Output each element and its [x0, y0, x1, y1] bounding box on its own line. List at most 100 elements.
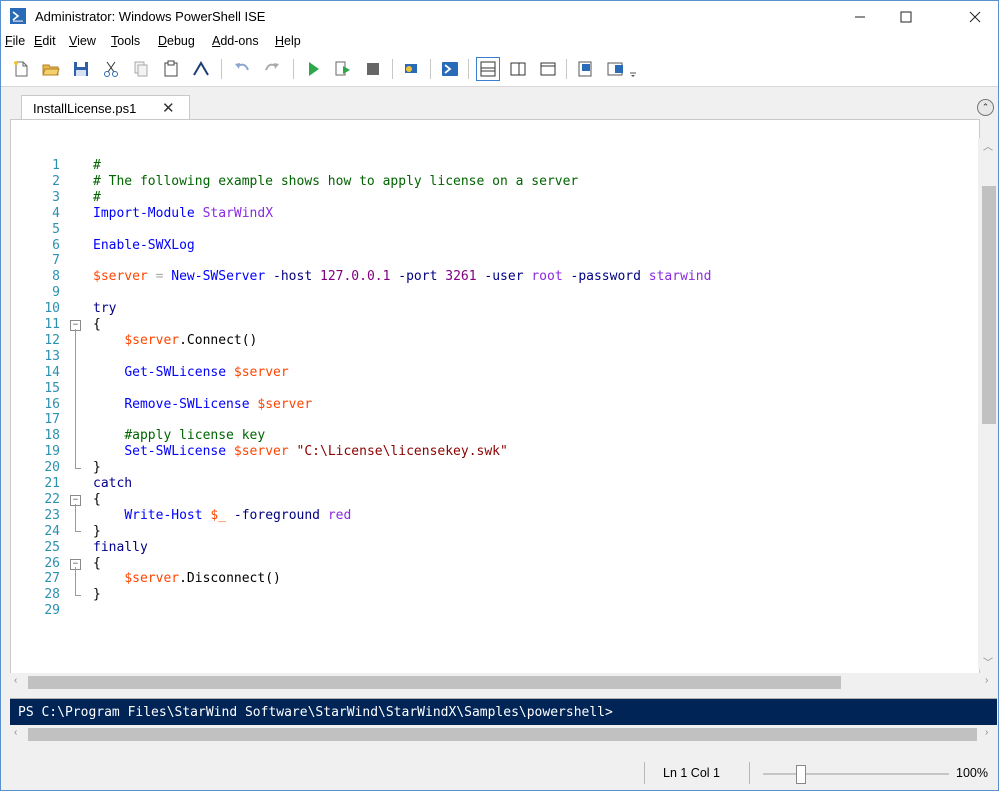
console-pane[interactable]: PS C:\Program Files\StarWind Software\St…: [10, 698, 997, 726]
menu-bar: File Edit View Tools Debug Add-ons Help: [1, 32, 998, 52]
toolbar-separator: [430, 59, 431, 79]
zoom-slider-track[interactable]: [763, 773, 949, 775]
close-tab-icon[interactable]: ✕: [162, 99, 175, 117]
fold-guide: [75, 504, 76, 532]
cursor-position: Ln 1 Col 1: [663, 766, 720, 780]
code-line: 16 Remove-SWLicense $server: [44, 396, 313, 412]
fold-guide-end: [75, 531, 81, 532]
code-line: 12 $server.Connect(): [44, 332, 258, 348]
scroll-left-icon[interactable]: ‹: [14, 675, 17, 686]
toolbar-overflow-icon[interactable]: [626, 57, 640, 81]
code-line: 22−{: [44, 491, 101, 507]
code-line: 8 $server = New-SWServer -host 127.0.0.1 …: [52, 269, 712, 285]
code-line: 21 catch: [44, 476, 133, 491]
code-line: 2 # The following example shows how to ap…: [52, 173, 579, 189]
scroll-up-icon[interactable]: ︿: [983, 138, 993, 153]
maximize-button[interactable]: [883, 1, 929, 32]
paste-icon[interactable]: [159, 57, 183, 81]
run-selection-icon[interactable]: [331, 57, 355, 81]
menu-edit[interactable]: Edit: [34, 34, 56, 48]
show-command-window-icon[interactable]: [574, 57, 598, 81]
collapse-script-pane-icon[interactable]: ⌃: [977, 99, 994, 116]
show-command-addon-icon[interactable]: [604, 57, 628, 81]
powershell-ise-icon: [10, 8, 26, 24]
code-line: 28}: [44, 587, 101, 603]
menu-file[interactable]: File: [5, 34, 25, 48]
minimize-button[interactable]: [837, 1, 883, 32]
code-line: 29: [44, 603, 60, 619]
script-editor[interactable]: 1 # 2 # The following example shows how to…: [10, 119, 980, 674]
zoom-level: 100%: [956, 766, 988, 780]
menu-add-ons[interactable]: Add-ons: [212, 34, 259, 48]
undo-icon[interactable]: [230, 57, 254, 81]
toolbar-separator: [468, 59, 469, 79]
editor-horizontal-scrollbar[interactable]: ‹ ›: [10, 673, 997, 692]
copy-icon[interactable]: [129, 57, 153, 81]
show-script-right-icon[interactable]: [506, 57, 530, 81]
toolbar-separator: [221, 59, 222, 79]
console-prompt: PS C:\Program Files\StarWind Software\St…: [18, 705, 613, 720]
vertical-scroll-thumb[interactable]: [982, 186, 996, 424]
clear-console-icon[interactable]: [189, 57, 213, 81]
code-line: 4 Import-Module StarWindX: [52, 205, 274, 221]
code-line: 19 Set-SWLicense $server "C:\License\lic…: [44, 444, 508, 460]
toolbar-separator: [293, 59, 294, 79]
scroll-left-icon[interactable]: ‹: [14, 727, 17, 738]
menu-view[interactable]: View: [69, 34, 96, 48]
window-title: Administrator: Windows PowerShell ISE: [35, 9, 266, 24]
remote-powershell-icon[interactable]: [400, 57, 424, 81]
editor-vertical-scrollbar[interactable]: ︿ ﹀: [978, 138, 997, 669]
toolbar: [1, 52, 998, 87]
code-line: 25 finally: [44, 539, 148, 555]
scroll-down-icon[interactable]: ﹀: [983, 654, 993, 669]
code-line: 27 $server.Disconnect(): [44, 571, 281, 587]
redo-icon[interactable]: [260, 57, 284, 81]
horizontal-scroll-thumb[interactable]: [28, 676, 841, 689]
show-script-maximized-icon[interactable]: [536, 57, 560, 81]
new-file-icon[interactable]: [9, 57, 33, 81]
save-icon[interactable]: [69, 57, 93, 81]
horizontal-scroll-thumb[interactable]: [28, 728, 977, 741]
code-line: 20}: [44, 460, 101, 476]
scroll-right-icon[interactable]: ›: [985, 675, 988, 686]
open-folder-icon[interactable]: [39, 57, 63, 81]
start-powershell-icon[interactable]: [438, 57, 462, 81]
status-bar: Ln 1 Col 1 100%: [1, 755, 998, 790]
tab-label: InstallLicense.ps1: [33, 101, 137, 116]
cut-icon[interactable]: [99, 57, 123, 81]
zoom-slider-thumb[interactable]: [796, 765, 806, 784]
menu-help[interactable]: Help: [275, 34, 301, 48]
script-tab-strip: InstallLicense.ps1 ✕ ⌃: [1, 87, 998, 121]
fold-guide: [75, 567, 76, 595]
code-line: 3 #: [52, 189, 101, 205]
fold-guide-end: [75, 595, 81, 596]
code-line: 17: [44, 412, 60, 428]
code-line: 24}: [44, 523, 101, 539]
status-separator: [749, 762, 750, 784]
code-line: 1 #: [52, 158, 101, 173]
title-bar: Administrator: Windows PowerShell ISE: [1, 1, 998, 32]
close-button[interactable]: [952, 1, 998, 32]
code-line: 10 try: [44, 301, 117, 317]
show-script-top-icon[interactable]: [476, 57, 500, 81]
code-line: 7: [52, 253, 60, 269]
code-line: 9: [52, 285, 60, 301]
menu-tools[interactable]: Tools: [111, 34, 140, 48]
status-separator: [644, 762, 645, 784]
scroll-right-icon[interactable]: ›: [985, 727, 988, 738]
code-line: 23 Write-Host $_ -foreground red: [44, 507, 352, 523]
menu-debug[interactable]: Debug: [158, 34, 195, 48]
console-horizontal-scrollbar[interactable]: ‹ ›: [10, 725, 997, 744]
code-line: 5: [52, 221, 60, 237]
code-line: 15: [44, 380, 60, 396]
code-line: 6 Enable-SWXLog: [52, 237, 195, 253]
toolbar-separator: [392, 59, 393, 79]
code-line: 11−{: [44, 317, 101, 332]
fold-guide-end: [75, 468, 81, 469]
fold-guide: [75, 329, 76, 468]
code-line: 26−{: [44, 555, 101, 571]
code-line: 14 Get-SWLicense $server: [44, 364, 289, 380]
run-script-icon[interactable]: [301, 57, 325, 81]
tab-install-license[interactable]: InstallLicense.ps1 ✕: [21, 95, 190, 121]
stop-icon[interactable]: [361, 57, 385, 81]
